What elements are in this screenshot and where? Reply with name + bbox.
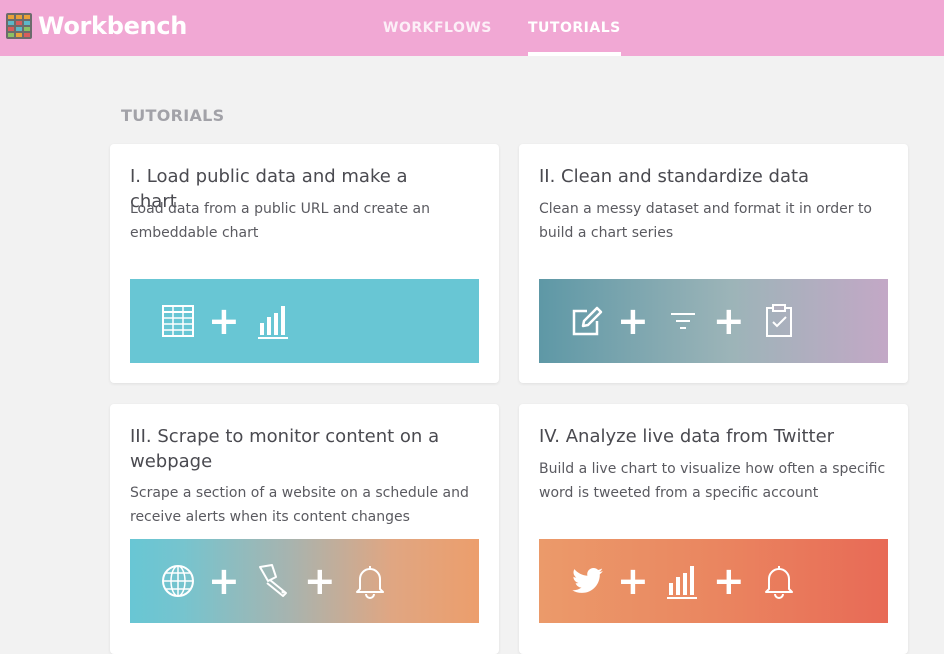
active-tab-indicator (528, 52, 621, 56)
bar-chart-icon (257, 306, 288, 339)
scraper-icon (258, 564, 287, 597)
tutorial-description: Build a live chart to visualize how ofte… (539, 461, 886, 501)
tab-workflows[interactable]: WORKFLOWS (383, 0, 492, 56)
tutorial-card-load-data[interactable]: I. Load public data and make a chart Loa… (110, 144, 499, 383)
top-navigation-bar: Workbench WORKFLOWS TUTORIALS (0, 0, 944, 56)
plus-icon: + (303, 559, 336, 603)
table-icon (162, 305, 194, 337)
tutorial-banner: + (130, 279, 479, 363)
tutorial-card-clean-data[interactable]: II. Clean and standardize data Clean a m… (519, 144, 908, 383)
tab-tutorials-label: TUTORIALS (528, 20, 621, 36)
bell-icon (355, 566, 384, 599)
tutorial-title: II. Clean and standardize data (539, 166, 810, 187)
brand[interactable]: Workbench (6, 12, 187, 40)
plus-icon: + (712, 559, 745, 603)
edit-icon (572, 306, 603, 336)
twitter-icon (572, 568, 603, 593)
plus-icon: + (208, 299, 240, 343)
tutorial-card-scrape[interactable]: III. Scrape to monitor content on a webp… (110, 404, 499, 654)
bar-chart-icon (666, 566, 697, 599)
tutorial-description: Scrape a section of a website on a sched… (130, 485, 469, 525)
clipboard-check-icon (765, 304, 792, 337)
tutorial-banner: + + (539, 279, 888, 363)
filter-icon (670, 313, 695, 329)
tutorial-description: Load data from a public URL and create a… (130, 201, 431, 241)
tutorial-banner: + + (539, 539, 888, 623)
tutorial-card-twitter[interactable]: IV. Analyze live data from Twitter Build… (519, 404, 908, 654)
app-name: Workbench (38, 12, 188, 40)
bell-icon (764, 566, 793, 599)
plus-icon: + (617, 559, 649, 603)
plus-icon: + (617, 299, 649, 343)
tutorial-title: IV. Analyze live data from Twitter (539, 426, 835, 447)
tutorial-banner: + + (130, 539, 479, 623)
plus-icon: + (208, 559, 240, 603)
section-title: TUTORIALS (121, 106, 225, 125)
plus-icon: + (712, 299, 745, 343)
tab-workflows-label: WORKFLOWS (383, 20, 492, 36)
workbench-logo-icon (6, 13, 32, 39)
tutorial-description: Clean a messy dataset and format it in o… (539, 201, 872, 241)
tab-tutorials[interactable]: TUTORIALS (528, 0, 621, 56)
globe-icon (162, 565, 194, 597)
tutorial-title: III. Scrape to monitor content on a webp… (130, 426, 440, 472)
